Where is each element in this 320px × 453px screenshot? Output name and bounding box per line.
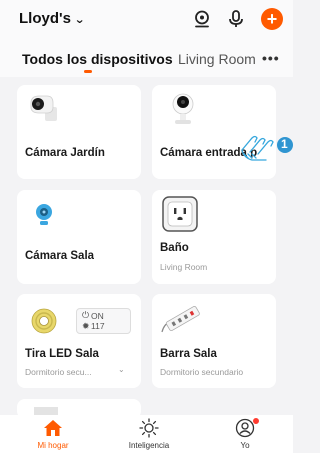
tutorial-hint: 1 <box>238 124 293 164</box>
nav-my-home[interactable]: Mi hogar <box>13 415 93 450</box>
device-name: Cámara Jardín <box>25 147 105 159</box>
active-tab-indicator <box>84 70 92 73</box>
home-name: Lloyd's <box>19 10 71 27</box>
device-room: Dormitorio secundario <box>160 367 244 377</box>
device-name: Cámara Sala <box>25 250 95 262</box>
room-tabs: Todos los dispositivos Living Room ••• <box>0 45 293 77</box>
bottom-nav: Mi hogar Inteligencia Yo <box>0 415 293 453</box>
notification-badge <box>253 418 259 424</box>
power-status: ON <box>91 311 104 321</box>
tab-all-devices[interactable]: Todos los dispositivos <box>22 51 173 67</box>
power-icon: ⏻ <box>82 310 90 320</box>
device-card[interactable]: Baño Living Room <box>152 190 276 284</box>
home-icon <box>13 417 93 439</box>
device-name: Barra Sala <box>160 348 217 360</box>
device-name: Tira LED Sala <box>25 348 99 360</box>
camera-outdoor-icon <box>27 93 57 123</box>
camera-icon[interactable] <box>191 8 213 30</box>
brightness-value: 117 <box>91 321 105 331</box>
more-icon[interactable]: ••• <box>262 50 280 66</box>
nav-intelligence[interactable]: Inteligencia <box>109 415 189 450</box>
tab-living-room[interactable]: Living Room <box>178 51 256 67</box>
home-selector[interactable]: Lloyd's ⌄ <box>19 10 86 27</box>
nav-label: Mi hogar <box>37 441 69 450</box>
nav-label: Yo <box>240 441 250 450</box>
hint-step-number: 1 <box>281 137 288 151</box>
camera-dome-icon <box>33 202 63 232</box>
chevron-down-icon: ⌄ <box>74 13 86 26</box>
device-card[interactable]: Cámara Sala <box>17 190 141 284</box>
chevron-down-icon[interactable]: ⌄ <box>118 365 125 374</box>
device-card[interactable]: Barra Sala Dormitorio secundario <box>152 294 276 388</box>
led-strip-icon <box>31 308 61 338</box>
device-card[interactable]: Cámara Jardín <box>17 85 141 179</box>
top-bar: Lloyd's ⌄ + <box>0 0 293 45</box>
nav-me[interactable]: Yo <box>205 415 285 450</box>
nav-label: Inteligencia <box>128 441 170 450</box>
sun-icon <box>109 417 189 439</box>
camera-indoor-icon <box>170 93 200 124</box>
smart-plug-icon <box>162 196 198 232</box>
add-icon[interactable]: + <box>261 8 283 30</box>
power-strip-icon <box>160 304 202 334</box>
power-status-badge[interactable]: ⏻ ON ✹ 117 <box>76 308 131 334</box>
device-room: Dormitorio secu... <box>25 367 92 377</box>
mic-icon[interactable] <box>225 8 247 30</box>
device-room: Living Room <box>160 262 208 272</box>
device-name: Baño <box>160 242 189 254</box>
brightness-icon: ✹ <box>82 321 90 331</box>
device-card[interactable]: ⏻ ON ✹ 117 Tira LED Sala Dormitorio secu… <box>17 294 141 388</box>
profile-icon <box>205 417 285 439</box>
